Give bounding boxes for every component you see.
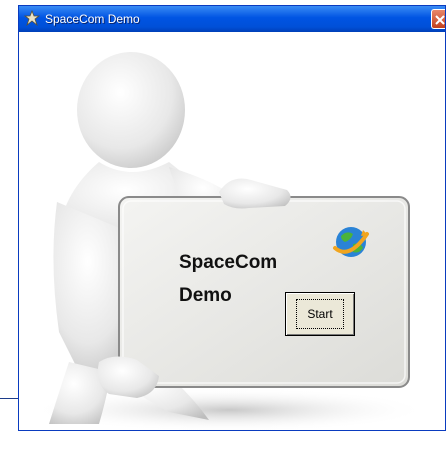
board-title-line2: Demo xyxy=(179,285,232,306)
board-title-line1: SpaceCom xyxy=(179,252,278,273)
close-button[interactable] xyxy=(431,9,445,29)
app-icon xyxy=(23,9,41,27)
app-window: SpaceCom Demo SpaceCom Demo Start xyxy=(18,5,446,431)
figure-holding-sign-illustration xyxy=(29,52,429,430)
globe-icon xyxy=(333,227,369,257)
title-bar[interactable]: SpaceCom Demo xyxy=(19,6,445,32)
start-button[interactable]: Start xyxy=(285,292,355,336)
window-title: SpaceCom Demo xyxy=(45,12,140,26)
start-button-label: Start xyxy=(296,299,344,329)
close-icon xyxy=(435,15,445,25)
background-line xyxy=(0,398,20,399)
client-area: SpaceCom Demo Start xyxy=(19,32,445,430)
